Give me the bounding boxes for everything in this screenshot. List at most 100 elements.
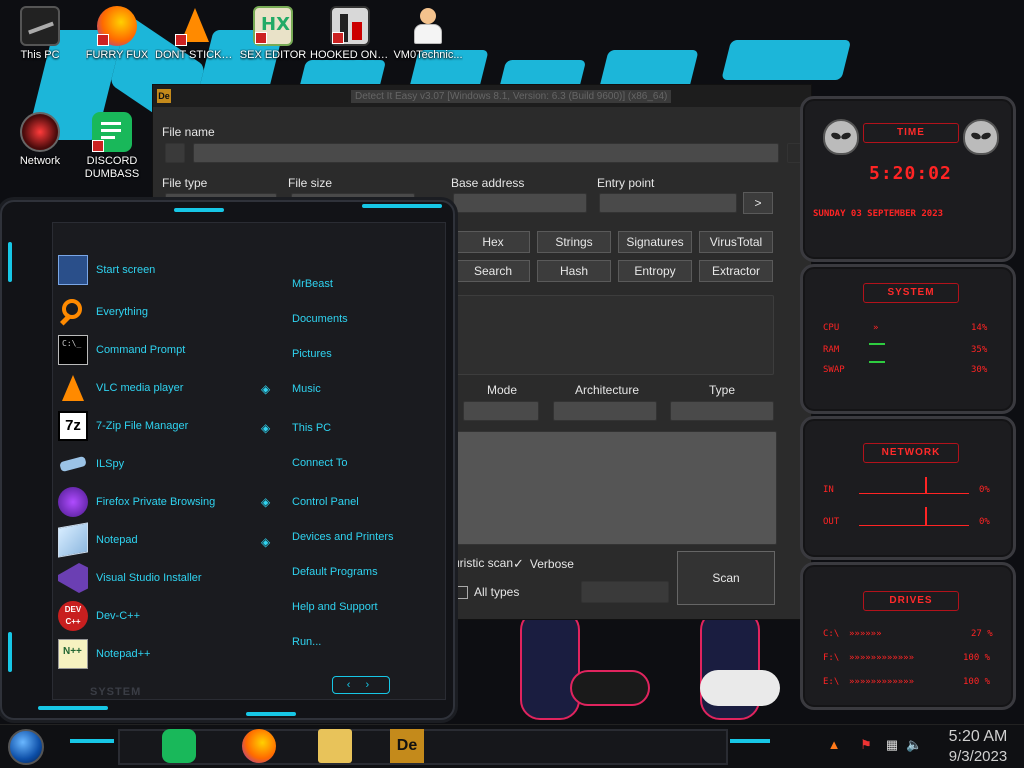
tray-volume-icon[interactable]: 🔈: [906, 737, 922, 753]
all-types-box: [455, 585, 468, 599]
start-link-run[interactable]: Run...: [292, 636, 321, 648]
drive-c-label: C:\: [823, 629, 840, 639]
hxd-icon: HX: [253, 6, 293, 46]
desktop-icon-label: FURRY FUX: [85, 49, 149, 61]
desktop-icon-label: Network: [19, 155, 61, 167]
taskbar: De ▲ ⚑ ▦ 🔈 5:20 AM 9/3/2023: [0, 724, 1024, 768]
taskbar-firefox-icon[interactable]: [242, 729, 276, 763]
drive-c-value: 27 %: [971, 629, 993, 639]
net-in-graph: [859, 493, 969, 494]
swap-graph: [869, 361, 885, 363]
start-item-label: Notepad++: [96, 648, 151, 660]
result-panel: [453, 431, 777, 545]
start-item-everything[interactable]: Everything: [58, 294, 148, 330]
net-out-label: OUT: [823, 517, 840, 527]
start-item-label: Firefox Private Browsing: [96, 496, 216, 508]
strings-button[interactable]: Strings: [537, 231, 611, 253]
extractor-button[interactable]: Extractor: [699, 260, 773, 282]
start-link-devices-printers[interactable]: Devices and Printers: [292, 531, 394, 543]
desktop-icon-hooked-on-xonix[interactable]: HOOKED ON XONIX: [310, 6, 390, 76]
tray-flag-icon[interactable]: ⚑: [858, 737, 874, 753]
virustotal-button[interactable]: VirusTotal: [699, 231, 773, 253]
die-titlebar[interactable]: De Detect It Easy v3.07 [Windows 8.1, Ve…: [153, 85, 811, 107]
start-link-control-panel[interactable]: Control Panel: [292, 496, 359, 508]
start-orb-button[interactable]: [8, 729, 44, 765]
taskbar-file-explorer-icon[interactable]: [318, 729, 352, 763]
desktop-icon-dont-stick[interactable]: DONT STICK THIS IN YO...: [155, 6, 235, 76]
cpu-value: 14%: [971, 323, 988, 333]
desktop-icon-network[interactable]: Network: [0, 112, 80, 182]
swap-label: SWAP: [823, 365, 845, 375]
file-name-field[interactable]: [193, 143, 779, 163]
desktop-icon-this-pc[interactable]: This PC: [0, 6, 80, 76]
search-button[interactable]: Search: [456, 260, 530, 282]
start-item-7zip[interactable]: 7z 7-Zip File Manager: [58, 408, 188, 444]
network-icon: [20, 112, 60, 152]
net-in-value: 0%: [979, 485, 990, 495]
start-item-command-prompt[interactable]: C:\_ Command Prompt: [58, 332, 185, 368]
start-link-mrbeast[interactable]: MrBeast: [292, 278, 333, 290]
net-out-value: 0%: [979, 517, 990, 527]
system-title: SYSTEM: [863, 283, 959, 303]
net-out-graph: [859, 525, 969, 526]
desktop-icon-vm0technic[interactable]: VM0Technic...: [388, 6, 468, 76]
submenu-diamond-icon: ◈: [261, 535, 271, 549]
cpu-label: CPU: [823, 323, 840, 333]
taskbar-clock-time[interactable]: 5:20 AM: [938, 728, 1018, 746]
tray-warning-icon[interactable]: ▲: [826, 737, 842, 753]
start-item-label: Notepad: [96, 534, 138, 546]
file-open-button[interactable]: [165, 143, 185, 163]
scan-button[interactable]: Scan: [677, 551, 775, 605]
this-pc-icon: [20, 6, 60, 46]
shutdown-arrows-button[interactable]: ‹ ›: [332, 676, 390, 694]
desktop-icon-discord-dumbass[interactable]: DISCORD DUMBASS: [72, 112, 152, 182]
architecture-field: [553, 401, 657, 421]
swap-value: 30%: [971, 365, 988, 375]
taskbar-notepad-green-icon[interactable]: [162, 729, 196, 763]
verbose-checkbox[interactable]: ✓ Verbose: [513, 556, 574, 572]
doctor-icon: [408, 6, 448, 46]
start-item-label: Start screen: [96, 264, 156, 276]
start-item-ilspy[interactable]: ILSpy: [58, 446, 124, 482]
entropy-button[interactable]: Entropy: [618, 260, 692, 282]
start-item-devcpp[interactable]: DEV C++ Dev-C++: [58, 598, 140, 634]
alien-icon: [823, 119, 859, 155]
start-link-documents[interactable]: Documents: [292, 313, 348, 325]
heuristic-scan-checkbox[interactable]: uristic scan: [453, 556, 513, 570]
start-item-firefox-private[interactable]: Firefox Private Browsing: [58, 484, 215, 520]
desktop-icon-label: DISCORD DUMBASS: [84, 155, 140, 180]
start-link-music[interactable]: Music: [292, 383, 321, 395]
tray-network-icon[interactable]: ▦: [884, 737, 900, 753]
desktop-icon-sex-editor[interactable]: HX SEX EDITOR: [233, 6, 313, 76]
drive-e-value: 100 %: [963, 677, 991, 687]
hash-button[interactable]: Hash: [537, 260, 611, 282]
desktop-icon-label: This PC: [20, 49, 60, 61]
die-app-icon: De: [157, 89, 171, 103]
desktop-icon-furry-fux[interactable]: FURRY FUX: [77, 6, 157, 76]
start-item-start-screen[interactable]: Start screen: [58, 252, 155, 288]
signatures-button[interactable]: Signatures: [618, 231, 692, 253]
start-item-label: Visual Studio Installer: [96, 572, 202, 584]
mode-field: [463, 401, 539, 421]
hex-button[interactable]: Hex: [456, 231, 530, 253]
start-menu: Start screen Everything C:\_ Command Pro…: [0, 200, 455, 720]
start-item-notepadpp[interactable]: N++ Notepad++: [58, 636, 150, 672]
all-types-checkbox[interactable]: All types: [455, 585, 519, 599]
start-link-connect-to[interactable]: Connect To: [292, 457, 347, 469]
start-item-label: 7-Zip File Manager: [96, 420, 189, 432]
taskbar-detect-it-easy-icon[interactable]: De: [390, 729, 424, 763]
start-link-default-programs[interactable]: Default Programs: [292, 566, 378, 578]
entry-point-go-button[interactable]: >: [743, 192, 773, 214]
start-item-visual-studio-installer[interactable]: Visual Studio Installer: [58, 560, 202, 596]
start-item-notepad[interactable]: Notepad: [58, 522, 138, 558]
cmd-icon: C:\_: [58, 335, 88, 365]
mode-label: Mode: [487, 383, 518, 397]
start-item-label: ILSpy: [96, 458, 125, 470]
start-link-this-pc[interactable]: This PC: [292, 422, 331, 434]
start-link-help-support[interactable]: Help and Support: [292, 601, 378, 613]
taskbar-clock-date[interactable]: 9/3/2023: [938, 748, 1018, 765]
net-out-spike: [925, 507, 927, 525]
start-item-vlc[interactable]: VLC media player: [58, 370, 183, 406]
start-link-pictures[interactable]: Pictures: [292, 348, 332, 360]
devcpp-icon: DEV C++: [58, 601, 88, 631]
